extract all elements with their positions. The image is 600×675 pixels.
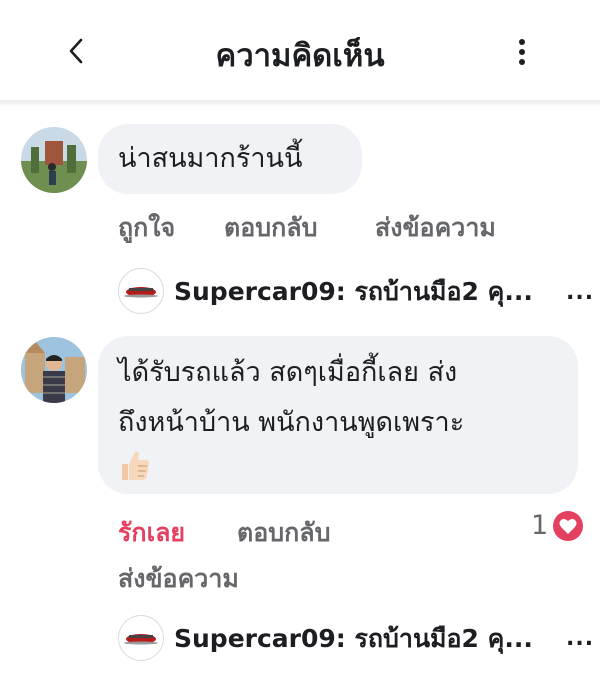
thumbs-up-icon [122,451,150,480]
header: ความคิดเห็น [0,0,600,100]
comment-text: น่าสนมากร้านนี้ [118,143,303,174]
reply-more-dots[interactable]: ... [566,626,594,651]
avatar[interactable] [21,337,87,403]
like-button[interactable]: ถูกใจ [118,208,175,248]
reply-avatar [118,268,164,314]
header-divider [0,100,600,106]
reply-preview-text: Supercar09: รถบ้านมือ2 คุ... [174,624,533,653]
reply-preview-text: Supercar09: รถบ้านมือ2 คุ... [174,277,533,306]
comment-text-line: ถึงหน้าบ้าน พนักงานพูดเพราะ [118,407,465,438]
comment-text-line: ได้รับรถแล้ว สดๆเมื่อกี้เลย ส่ง [118,357,458,388]
love-button[interactable]: รักเลย [118,513,185,553]
send-message-button[interactable]: ส่งข้อความ [118,559,239,599]
send-message-button[interactable]: ส่งข้อความ [375,208,496,248]
reply-preview[interactable]: Supercar09: รถบ้านมือ2 คุ... [118,268,588,318]
comment-bubble: น่าสนมากร้านนี้ [98,124,362,194]
avatar[interactable] [21,127,87,193]
more-options-icon[interactable] [510,36,534,68]
reply-avatar [118,615,164,661]
heart-reaction-icon [553,511,583,541]
reply-button[interactable]: ตอบกลับ [224,208,317,248]
reply-more-dots[interactable]: ... [566,280,594,305]
reaction-count[interactable]: 1 [531,510,548,541]
reply-button[interactable]: ตอบกลับ [237,513,330,553]
reply-preview[interactable]: Supercar09: รถบ้านมือ2 คุ... [118,615,588,665]
comment-bubble: ได้รับรถแล้ว สดๆเมื่อกี้เลย ส่ง ถึงหน้าบ… [98,336,578,494]
